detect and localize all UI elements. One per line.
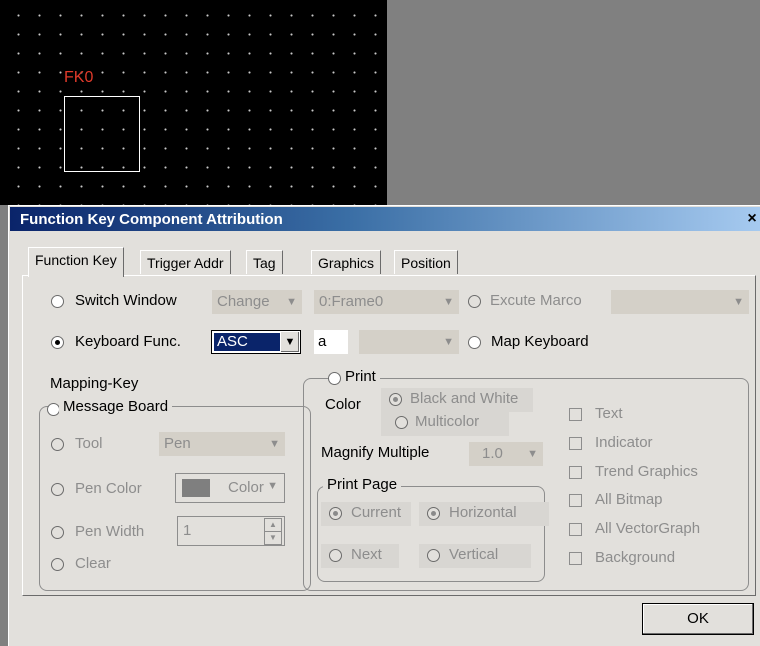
tab-position[interactable]: Position	[394, 250, 458, 274]
tool-select[interactable]: Pen ▼	[159, 432, 285, 456]
excute-marco-label: Excute Marco	[490, 292, 582, 309]
pen-width-label: Pen Width	[75, 523, 145, 540]
char-input[interactable]: a	[314, 330, 348, 354]
design-canvas[interactable]: FK0	[0, 0, 387, 205]
chevron-down-icon: ▼	[269, 438, 280, 450]
all-bitmap-checkbox[interactable]	[569, 494, 582, 507]
tab-function-key[interactable]: Function Key	[28, 247, 124, 277]
clear-label: Clear	[75, 555, 111, 572]
switch-mode-select[interactable]: Change ▼	[212, 290, 302, 314]
message-board-label: Message Board	[59, 398, 173, 415]
background-label: Background	[595, 549, 676, 566]
tab-tag[interactable]: Tag	[246, 250, 283, 274]
function-key-panel: Switch Window Change ▼ 0:Frame0 ▼ Excute M…	[22, 275, 756, 596]
all-vectorgraph-label: All VectorGraph	[595, 520, 701, 537]
print-radio[interactable]	[328, 372, 341, 385]
spin-up-icon[interactable]: ▲	[264, 518, 282, 532]
keyboard-func-label: Keyboard Func.	[75, 333, 181, 350]
clear-radio[interactable]	[51, 558, 64, 571]
tab-trigger-addr[interactable]: Trigger Addr	[140, 250, 231, 274]
close-icon[interactable]: ×	[744, 209, 760, 229]
component-label: FK0	[64, 69, 94, 86]
title-bar[interactable]: Function Key Component Attribution ×	[10, 207, 760, 231]
chevron-down-icon: ▼	[443, 296, 454, 308]
vertical-option[interactable]: Vertical	[419, 544, 531, 568]
current-option[interactable]: Current	[321, 502, 411, 526]
chevron-down-icon: ▼	[286, 296, 297, 308]
print-label: Print	[341, 368, 380, 385]
tool-radio[interactable]	[51, 438, 64, 451]
text-checkbox[interactable]	[569, 408, 582, 421]
multicolor-option[interactable]: Multicolor	[381, 412, 509, 436]
magnify-label: Magnify Multiple	[321, 444, 430, 461]
pen-width-radio[interactable]	[51, 526, 64, 539]
horizontal-option[interactable]: Horizontal	[419, 502, 549, 526]
function-key-component[interactable]	[64, 96, 140, 172]
print-page-label: Print Page	[323, 476, 402, 493]
dialog-title: Function Key Component Attribution	[20, 211, 283, 228]
keyboard-func-radio[interactable]	[51, 336, 64, 349]
marco-select[interactable]: ▼	[611, 290, 749, 314]
ok-button[interactable]: OK	[642, 603, 754, 635]
mapping-key-label: Mapping-Key	[50, 375, 139, 392]
switch-window-radio[interactable]	[51, 295, 64, 308]
keyboard-extra-select[interactable]: ▼	[359, 330, 459, 354]
chevron-down-icon: ▼	[443, 336, 454, 348]
text-label: Text	[595, 405, 623, 422]
print-color-label: Color	[325, 396, 361, 413]
all-bitmap-label: All Bitmap	[595, 491, 663, 508]
tab-graphics[interactable]: Graphics	[311, 250, 382, 274]
chevron-down-icon: ▼	[267, 480, 278, 492]
map-keyboard-label: Map Keyboard	[491, 333, 589, 350]
background-checkbox[interactable]	[569, 552, 582, 565]
map-keyboard-radio[interactable]	[468, 336, 481, 349]
tool-label: Tool	[75, 435, 103, 452]
chevron-down-icon[interactable]: ▼	[280, 332, 299, 352]
switch-window-label: Switch Window	[75, 292, 177, 309]
all-vectorgraph-checkbox[interactable]	[569, 523, 582, 536]
canvas-background	[387, 0, 760, 205]
pen-color-picker[interactable]: Color ▼	[175, 473, 285, 503]
pen-width-stepper[interactable]: 1 ▲ ▼	[177, 516, 285, 546]
chevron-down-icon: ▼	[733, 296, 744, 308]
frame-select[interactable]: 0:Frame0 ▼	[314, 290, 459, 314]
indicator-checkbox[interactable]	[569, 437, 582, 450]
color-swatch	[182, 479, 210, 497]
keyboard-mode-select[interactable]: ASC ▼	[211, 330, 301, 354]
pen-color-radio[interactable]	[51, 483, 64, 496]
next-option[interactable]: Next	[321, 544, 399, 568]
indicator-label: Indicator	[595, 434, 653, 451]
pen-color-label: Pen Color	[75, 480, 142, 497]
trend-graphics-checkbox[interactable]	[569, 466, 582, 479]
excute-marco-radio[interactable]	[468, 295, 481, 308]
bw-option[interactable]: Black and White	[381, 388, 533, 412]
attribution-dialog: Function Key Component Attribution × Fun…	[8, 205, 760, 646]
spin-down-icon[interactable]: ▼	[264, 531, 282, 545]
trend-graphics-label: Trend Graphics	[595, 463, 698, 480]
chevron-down-icon: ▼	[527, 448, 538, 460]
magnify-select[interactable]: 1.0 ▼	[469, 442, 543, 466]
